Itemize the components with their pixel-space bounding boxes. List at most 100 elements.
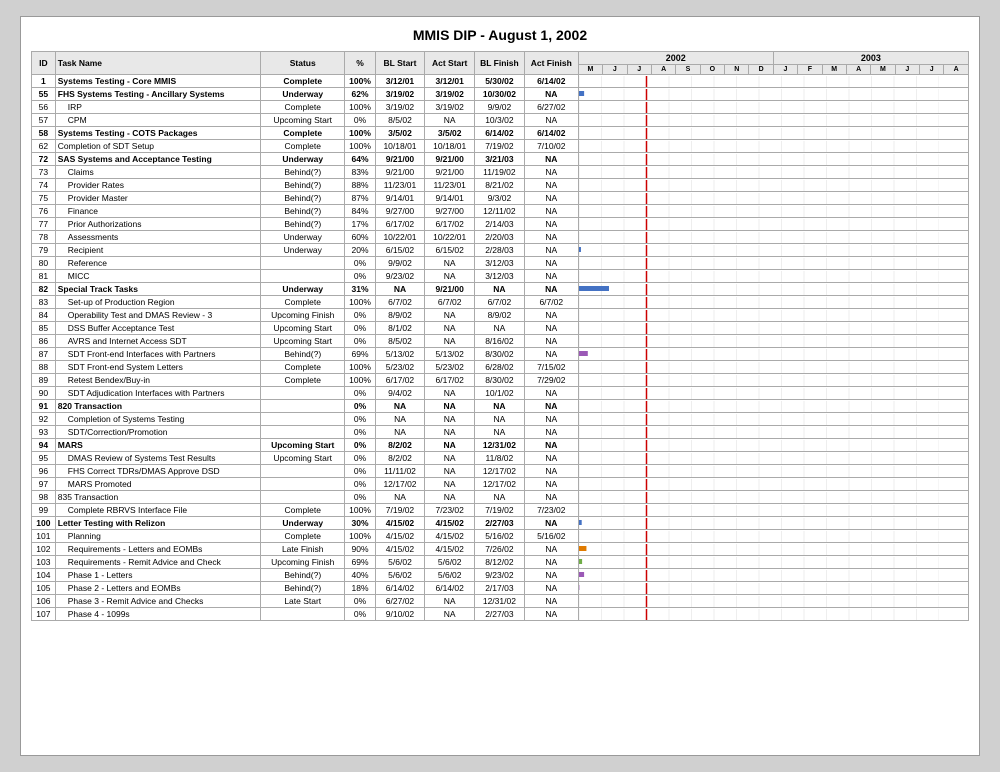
row-chart: [578, 582, 968, 595]
row-pct: 18%: [345, 582, 375, 595]
row-task-name: Provider Master: [55, 192, 260, 205]
row-bl-start: 9/27/00: [375, 205, 425, 218]
row-bl-start: 9/14/01: [375, 192, 425, 205]
row-act-start: 4/15/02: [425, 543, 475, 556]
header-pct: %: [345, 52, 375, 75]
row-pct: 100%: [345, 504, 375, 517]
row-task-name: Set-up of Production Region: [55, 296, 260, 309]
row-bl-finish: 10/30/02: [475, 88, 525, 101]
row-status: [261, 270, 345, 283]
row-task-name: Special Track Tasks: [55, 283, 260, 296]
row-pct: 0%: [345, 491, 375, 504]
row-task-name: Retest Bendex/Buy-in: [55, 374, 260, 387]
row-status: Upcoming Start: [261, 335, 345, 348]
table-row: 103Requirements - Remit Advice and Check…: [32, 556, 969, 569]
row-status: Behind(?): [261, 192, 345, 205]
row-bl-start: 10/18/01: [375, 140, 425, 153]
row-bl-finish: 3/21/03: [475, 153, 525, 166]
row-pct: 88%: [345, 179, 375, 192]
row-task-name: MARS: [55, 439, 260, 452]
row-status: Behind(?): [261, 166, 345, 179]
table-row: 77Prior AuthorizationsBehind(?)17%6/17/0…: [32, 218, 969, 231]
row-task-name: Completion of SDT Setup: [55, 140, 260, 153]
row-act-start: 6/17/02: [425, 218, 475, 231]
row-status: Behind(?): [261, 205, 345, 218]
row-bl-start: 8/2/02: [375, 452, 425, 465]
row-status: Underway: [261, 244, 345, 257]
row-chart: [578, 231, 968, 244]
row-pct: 84%: [345, 205, 375, 218]
month-2002-M: M: [578, 65, 602, 75]
row-id: 104: [32, 569, 56, 582]
row-status: Behind(?): [261, 582, 345, 595]
row-task-name: CPM: [55, 114, 260, 127]
row-task-name: SDT Front-end System Letters: [55, 361, 260, 374]
row-pct: 0%: [345, 335, 375, 348]
row-bl-finish: 9/3/02: [475, 192, 525, 205]
row-bl-start: 4/15/02: [375, 530, 425, 543]
row-act-finish: NA: [524, 257, 578, 270]
row-chart: [578, 101, 968, 114]
row-bl-start: 6/17/02: [375, 218, 425, 231]
row-bl-start: 11/11/02: [375, 465, 425, 478]
row-bl-finish: 10/1/02: [475, 387, 525, 400]
row-pct: 0%: [345, 387, 375, 400]
row-chart: [578, 504, 968, 517]
row-act-finish: NA: [524, 387, 578, 400]
row-chart: [578, 517, 968, 530]
row-status: Upcoming Start: [261, 439, 345, 452]
row-id: 55: [32, 88, 56, 101]
row-bl-finish: 2/27/03: [475, 608, 525, 621]
row-chart: [578, 140, 968, 153]
table-row: 89Retest Bendex/Buy-inComplete100%6/17/0…: [32, 374, 969, 387]
row-task-name: Systems Testing - COTS Packages: [55, 127, 260, 140]
row-chart: [578, 283, 968, 296]
table-row: 104Phase 1 - LettersBehind(?)40%5/6/025/…: [32, 569, 969, 582]
row-status: [261, 465, 345, 478]
row-bl-start: 8/5/02: [375, 335, 425, 348]
row-bl-finish: 3/12/03: [475, 257, 525, 270]
row-id: 76: [32, 205, 56, 218]
row-bl-finish: 11/19/02: [475, 166, 525, 179]
table-row: 99Complete RBRVS Interface FileComplete1…: [32, 504, 969, 517]
row-bl-start: NA: [375, 426, 425, 439]
row-chart: [578, 270, 968, 283]
row-act-start: 10/18/01: [425, 140, 475, 153]
row-pct: 69%: [345, 348, 375, 361]
row-bl-finish: 6/7/02: [475, 296, 525, 309]
row-task-name: Provider Rates: [55, 179, 260, 192]
row-chart: [578, 374, 968, 387]
row-pct: 0%: [345, 309, 375, 322]
row-pct: 30%: [345, 517, 375, 530]
row-chart: [578, 569, 968, 582]
row-id: 75: [32, 192, 56, 205]
row-id: 95: [32, 452, 56, 465]
month-2002-A: A: [651, 65, 675, 75]
row-act-finish: NA: [524, 517, 578, 530]
row-status: Complete: [261, 75, 345, 88]
row-id: 96: [32, 465, 56, 478]
row-act-start: NA: [425, 335, 475, 348]
row-pct: 100%: [345, 140, 375, 153]
row-act-start: NA: [425, 465, 475, 478]
row-bl-finish: NA: [475, 322, 525, 335]
table-row: 83Set-up of Production RegionComplete100…: [32, 296, 969, 309]
row-bl-finish: NA: [475, 283, 525, 296]
row-status: Underway: [261, 88, 345, 101]
row-bl-finish: 12/17/02: [475, 478, 525, 491]
table-row: 97MARS Promoted0%12/17/02NA12/17/02NA: [32, 478, 969, 491]
row-task-name: Planning: [55, 530, 260, 543]
row-bl-finish: 11/8/02: [475, 452, 525, 465]
row-act-start: NA: [425, 322, 475, 335]
header-years-row: ID Task Name Status % BL Start Act Start…: [32, 52, 969, 65]
row-chart: [578, 179, 968, 192]
row-status: Upcoming Finish: [261, 309, 345, 322]
row-act-start: 5/13/02: [425, 348, 475, 361]
row-bl-finish: NA: [475, 491, 525, 504]
row-chart: [578, 595, 968, 608]
table-row: 78AssessmentsUnderway60%10/22/0110/22/01…: [32, 231, 969, 244]
table-row: 1Systems Testing - Core MMISComplete100%…: [32, 75, 969, 88]
row-act-finish: 6/27/02: [524, 101, 578, 114]
row-act-finish: NA: [524, 569, 578, 582]
row-status: [261, 426, 345, 439]
